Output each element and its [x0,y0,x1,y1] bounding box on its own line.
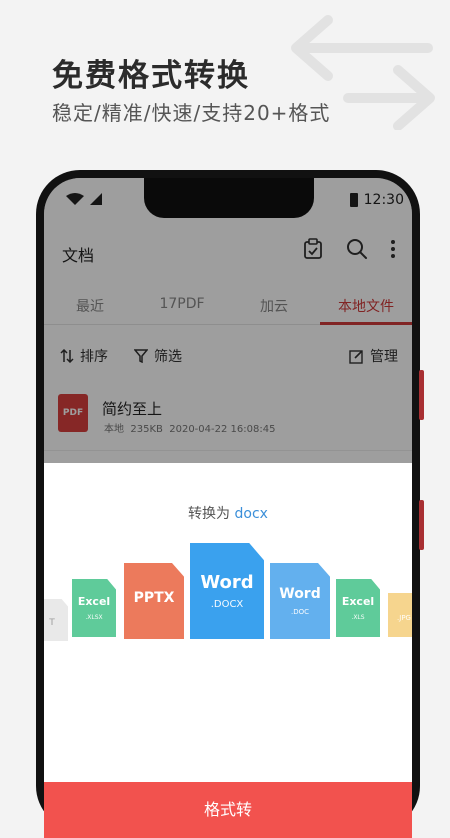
format-card[interactable]: Word .DOC [270,563,330,639]
phone-screen: 12:30 文档 最近 17PDF 加云 本地文件 排序 筛选 管理 PDF 简… [44,178,412,838]
convert-prefix: 转换为 [188,506,231,522]
side-button [419,500,424,550]
format-card[interactable]: Excel .XLSX [72,579,116,637]
convert-target-label: 转换为 docx [44,503,412,523]
format-card[interactable]: T [44,599,68,641]
format-card[interactable]: Excel .XLS [336,579,380,637]
hero-subtitle: 稳定/精准/快速/支持20+格式 [52,101,331,125]
target-format: docx [234,506,268,522]
convert-button[interactable]: 格式转 [44,782,412,838]
side-button [419,370,424,420]
dim-overlay[interactable] [44,178,412,478]
format-card[interactable]: PPTX [124,563,184,639]
convert-bottom-sheet: 转换为 docx T Excel .XLSX PPTX Word .DOCX Wor… [44,463,412,838]
phone-frame: 12:30 文档 最近 17PDF 加云 本地文件 排序 筛选 管理 PDF 简… [36,170,424,838]
format-card-selected[interactable]: Word .DOCX [190,543,264,639]
hero-title: 免费格式转换 [52,58,250,94]
format-carousel: T Excel .XLSX PPTX Word .DOCX Word .DOC Exc… [44,543,412,673]
format-card[interactable]: .JPG [388,593,412,637]
